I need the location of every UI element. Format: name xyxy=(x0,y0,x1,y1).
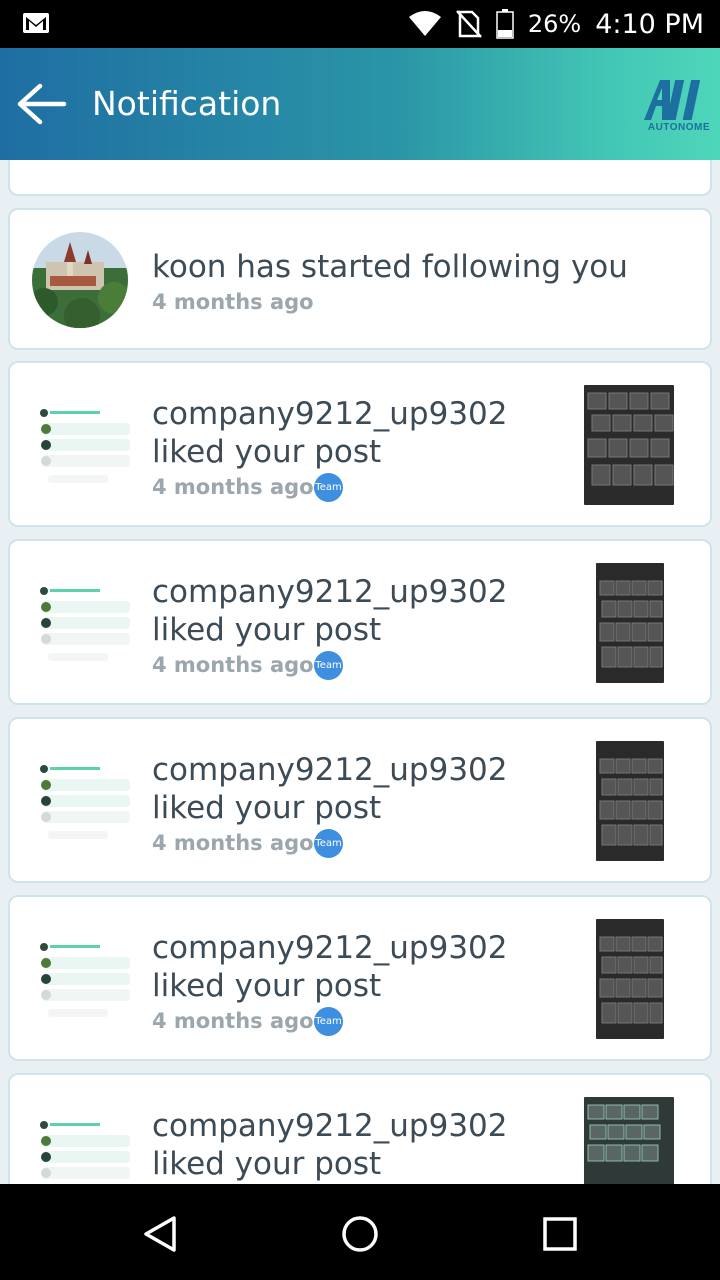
notification-time: 4 months ago xyxy=(152,1009,314,1033)
home-nav-icon[interactable] xyxy=(340,1214,380,1254)
notification-message: koon has started following you xyxy=(152,249,628,285)
no-sim-icon xyxy=(455,10,482,38)
app-header: Notification AUTONOME xyxy=(0,48,720,160)
notification-time: 4 months ago xyxy=(152,831,314,855)
team-badge: Team xyxy=(314,829,343,858)
notification-time: 4 months ago xyxy=(152,653,314,677)
post-preview-icon xyxy=(34,403,130,493)
notification-time: 4 months ago xyxy=(152,475,314,499)
notification-action: liked your post xyxy=(152,1146,382,1182)
notification-action: liked your post xyxy=(152,790,382,826)
avatar xyxy=(32,232,128,328)
notification-card-partial[interactable] xyxy=(8,160,712,196)
post-preview-icon xyxy=(34,937,130,1027)
wifi-icon xyxy=(408,11,441,36)
notification-action: liked your post xyxy=(152,968,382,1004)
status-bar: 26% 4:10 PM xyxy=(0,0,720,48)
battery-percent: 26% xyxy=(527,10,582,38)
notification-username[interactable]: company9212_up9302 xyxy=(152,751,508,789)
team-badge: Team xyxy=(314,651,343,680)
notification-list[interactable]: koon has started following you 4 months … xyxy=(0,160,720,1184)
notification-username[interactable]: company9212_up9302 xyxy=(152,395,508,433)
post-thumbnail[interactable] xyxy=(584,385,674,505)
team-badge: Team xyxy=(314,1007,343,1036)
post-preview-icon xyxy=(34,759,130,849)
clock: 4:10 PM xyxy=(595,8,704,40)
notification-time: 4 months ago xyxy=(152,290,314,314)
system-nav-bar xyxy=(0,1184,720,1280)
notification-action: liked your post xyxy=(152,434,382,470)
page-title: Notification xyxy=(92,84,282,123)
back-arrow-icon[interactable] xyxy=(14,82,68,126)
post-thumbnail[interactable] xyxy=(596,919,664,1039)
back-nav-icon[interactable] xyxy=(140,1214,180,1254)
notification-card[interactable]: company9212_up9302 liked your post 4 mon… xyxy=(8,717,712,883)
notification-username[interactable]: company9212_up9302 xyxy=(152,573,508,611)
gmail-icon xyxy=(23,13,49,33)
post-thumbnail[interactable] xyxy=(584,1097,674,1184)
notification-action: liked your post xyxy=(152,612,382,648)
recents-nav-icon[interactable] xyxy=(540,1214,580,1254)
post-preview-icon xyxy=(34,581,130,671)
notification-card[interactable]: company9212_up9302 liked your post 4 mon… xyxy=(8,539,712,705)
notification-card[interactable]: koon has started following you 4 months … xyxy=(8,208,712,350)
team-badge: Team xyxy=(314,473,343,502)
logo-text: AUTONOME xyxy=(647,122,710,133)
notification-username[interactable]: company9212_up9302 xyxy=(152,1107,508,1145)
post-thumbnail[interactable] xyxy=(596,741,664,861)
battery-icon xyxy=(496,9,514,39)
notification-card[interactable]: company9212_up9302 liked your post 4 mon… xyxy=(8,895,712,1061)
post-thumbnail[interactable] xyxy=(596,563,664,683)
notification-card[interactable]: company9212_up9302 liked your post 4 mon… xyxy=(8,361,712,527)
post-preview-icon xyxy=(34,1115,130,1184)
notification-card[interactable]: company9212_up9302 liked your post xyxy=(8,1073,712,1184)
notification-username[interactable]: company9212_up9302 xyxy=(152,929,508,967)
